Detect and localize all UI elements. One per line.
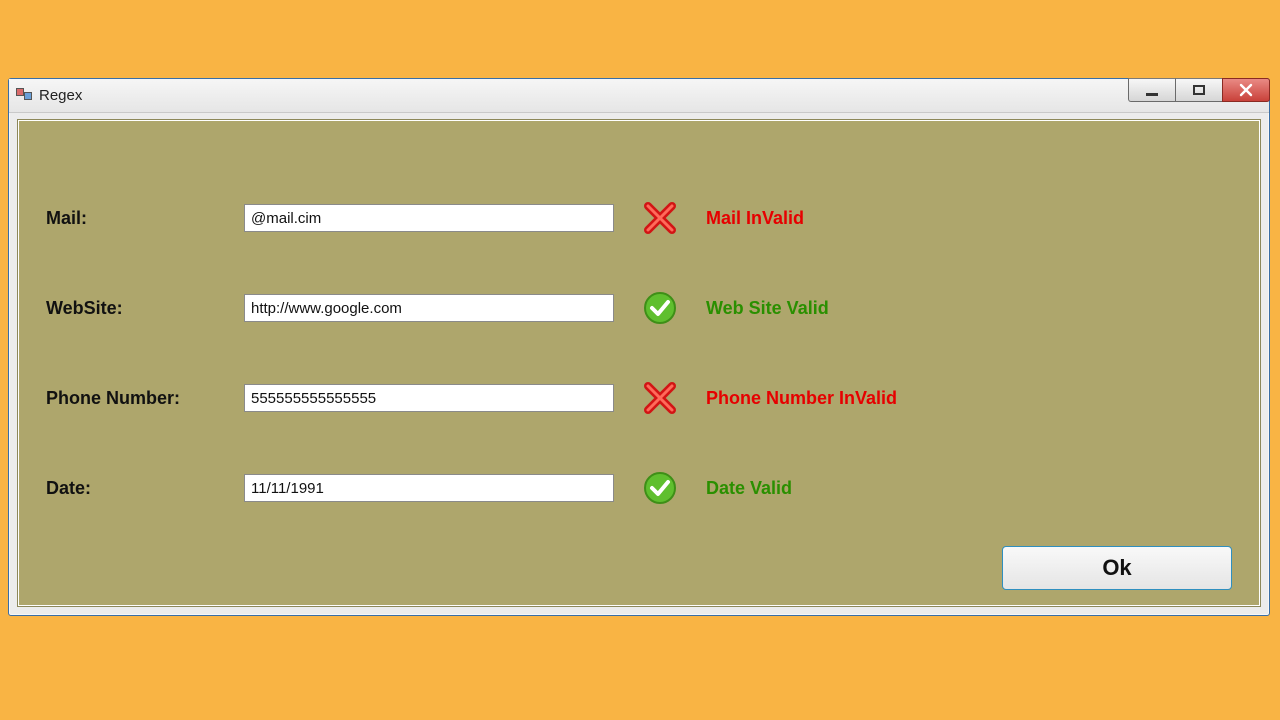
app-icon bbox=[15, 87, 33, 105]
check-icon bbox=[642, 470, 678, 506]
row-phone: Phone Number: Phone Number InValid bbox=[46, 378, 1232, 418]
ok-button[interactable]: Ok bbox=[1002, 546, 1232, 590]
minimize-icon bbox=[1146, 93, 1158, 96]
label-date: Date: bbox=[46, 478, 226, 499]
cross-icon bbox=[642, 200, 678, 236]
label-mail: Mail: bbox=[46, 208, 226, 229]
website-input[interactable] bbox=[244, 294, 614, 322]
minimize-button[interactable] bbox=[1128, 78, 1176, 102]
check-icon bbox=[642, 290, 678, 326]
window-controls bbox=[1129, 78, 1270, 102]
website-status-text: Web Site Valid bbox=[706, 298, 1232, 319]
mail-status-icon bbox=[632, 200, 688, 236]
maximize-icon bbox=[1193, 85, 1205, 95]
phone-input[interactable] bbox=[244, 384, 614, 412]
website-status-icon bbox=[632, 290, 688, 326]
app-window: Regex Mail: bbox=[8, 78, 1270, 616]
close-icon bbox=[1239, 83, 1253, 97]
phone-status-icon bbox=[632, 380, 688, 416]
cross-icon bbox=[642, 380, 678, 416]
row-mail: Mail: Mail InValid bbox=[46, 198, 1232, 238]
date-input[interactable] bbox=[244, 474, 614, 502]
client-area-wrap: Mail: Mail InValid WebSite: bbox=[9, 113, 1269, 615]
phone-status-text: Phone Number InValid bbox=[706, 388, 1232, 409]
window-title: Regex bbox=[39, 87, 82, 104]
date-status-text: Date Valid bbox=[706, 478, 1232, 499]
row-website: WebSite: Web Site Valid bbox=[46, 288, 1232, 328]
mail-status-text: Mail InValid bbox=[706, 208, 1232, 229]
label-phone: Phone Number: bbox=[46, 388, 226, 409]
mail-input[interactable] bbox=[244, 204, 614, 232]
form: Mail: Mail InValid WebSite: bbox=[46, 198, 1232, 558]
titlebar[interactable]: Regex bbox=[9, 79, 1269, 113]
maximize-button[interactable] bbox=[1175, 78, 1223, 102]
date-status-icon bbox=[632, 470, 688, 506]
row-date: Date: Date Valid bbox=[46, 468, 1232, 508]
close-button[interactable] bbox=[1222, 78, 1270, 102]
client-area: Mail: Mail InValid WebSite: bbox=[17, 119, 1261, 607]
label-website: WebSite: bbox=[46, 298, 226, 319]
